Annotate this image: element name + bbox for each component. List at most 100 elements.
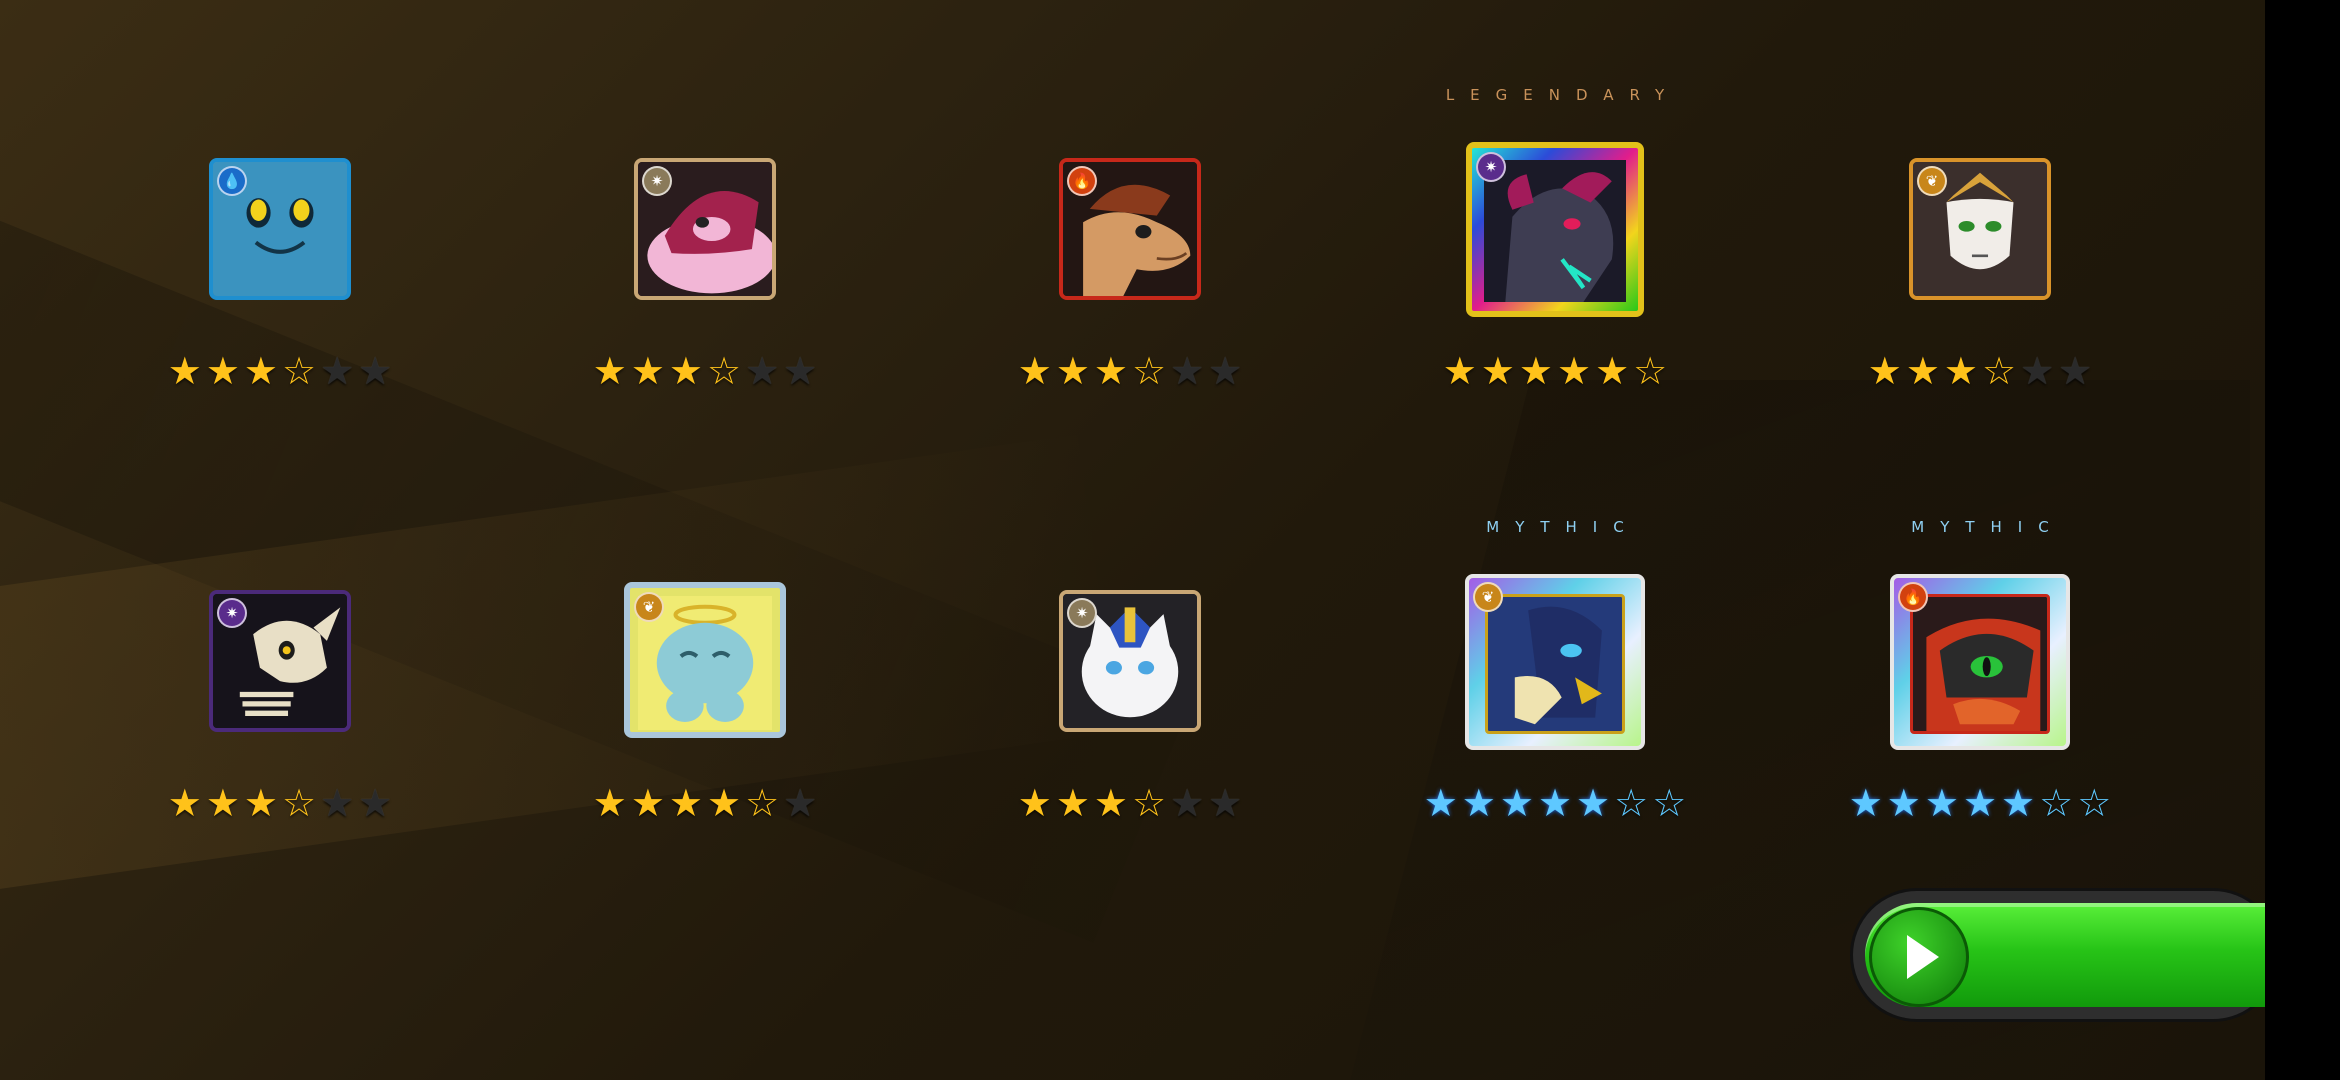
star-locked-icon: ★ [358,781,393,825]
star-icon: ★ [1017,781,1052,825]
blue-star-icon: ★ [1576,781,1611,825]
star-icon: ★ [668,781,703,825]
reward-slot-6: ✷ [130,512,430,812]
monster-card[interactable]: 🔥 [1890,574,2070,750]
blue-star-icon: ★ [1886,781,1921,825]
monster-card[interactable]: ❦ [624,582,786,738]
blue-star-icon: ★ [2001,781,2036,825]
blue-star-icon: ★ [1461,781,1496,825]
star-icon: ★ [1093,349,1128,393]
star-outline-icon: ☆ [1132,349,1167,393]
star-icon: ★ [205,781,240,825]
star-rating: ★ ★ ★ ☆ ★ ★ [980,784,1280,822]
star-icon: ★ [707,781,742,825]
star-icon: ★ [1055,781,1090,825]
reward-slot-7: ❦ [555,512,855,812]
star-icon: ★ [243,781,278,825]
reward-slot-3: 🔥 [980,80,1280,380]
star-icon: ★ [630,781,665,825]
star-rating: ★ ★ ★ ★ ☆ ★ [555,784,855,822]
star-locked-icon: ★ [2020,349,2055,393]
reward-slot-9: MYTHIC ❦ [1405,512,1705,812]
star-outline-icon: ☆ [282,349,317,393]
tier-label-mythic: MYTHIC [1911,518,2065,536]
blue-star-icon: ★ [1924,781,1959,825]
screen-edge-bar [2265,0,2340,1080]
star-icon: ★ [1055,349,1090,393]
blue-star-icon: ★ [1499,781,1534,825]
monster-card[interactable]: ✷ [1466,142,1644,317]
blue-star-icon: ★ [1537,781,1573,825]
star-icon: ★ [1905,349,1940,393]
dark-dragon-monster-portrait [1484,160,1626,302]
star-icon: ★ [167,349,202,393]
star-outline-icon: ☆ [745,781,780,825]
monster-card[interactable]: ✷ [634,158,776,300]
star-outline-icon: ☆ [1132,781,1167,825]
star-icon: ★ [243,349,278,393]
star-rating: ★ ★ ★ ★ ★ ☆ [1405,352,1705,390]
leaf-icon: ❦ [634,592,664,622]
monster-card[interactable]: ✷ [209,590,351,732]
star-locked-icon: ★ [358,349,393,393]
monster-card[interactable]: ❦ [1465,574,1645,750]
water-drop-icon: 💧 [217,166,247,196]
monster-card[interactable]: ❦ [1909,158,2051,300]
blue-star-icon: ★ [1848,781,1883,825]
blue-star-outline-icon: ☆ [2039,781,2074,825]
star-rating: ★ ★ ★ ★ ★ ☆ ☆ [1405,784,1705,822]
dark-gear-icon: ✷ [1476,152,1506,182]
star-locked-icon: ★ [1208,781,1243,825]
red-dragon-monster-portrait [1910,594,2050,734]
continue-button[interactable] [1850,888,2265,1022]
star-icon: ★ [1480,349,1515,393]
star-locked-icon: ★ [320,781,355,825]
monster-card[interactable]: 🔥 [1059,158,1201,300]
star-rating: ★ ★ ★ ☆ ★ ★ [130,352,430,390]
monster-card[interactable]: ✷ [1059,590,1201,732]
star-icon: ★ [592,781,627,825]
blue-star-outline-icon: ☆ [2077,781,2112,825]
star-rating: ★ ★ ★ ★ ★ ☆ ☆ [1830,784,2130,822]
flame-icon: 🔥 [1898,582,1928,612]
dark-gear-icon: ✷ [217,598,247,628]
tier-label-legendary: LEGENDARY [1445,86,1681,104]
star-locked-icon: ★ [745,349,780,393]
blue-star-outline-icon: ☆ [1614,781,1649,825]
star-rating: ★ ★ ★ ☆ ★ ★ [555,352,855,390]
star-locked-icon: ★ [1170,349,1205,393]
star-outline-icon: ☆ [707,349,742,393]
light-gear-icon: ✷ [642,166,672,196]
star-locked-icon: ★ [783,781,818,825]
reward-slot-4: LEGENDARY ✷ [1405,80,1705,380]
reward-slot-5: ❦ [1830,80,2130,380]
reward-screen: 💧 ✷ 🔥 LEGENDARY ✷ ❦ ✷ ❦ ✷ MYTHIC ❦ MYTHI… [0,0,2265,1080]
blue-knight-monster-portrait [1485,594,1625,734]
star-outline-icon: ☆ [1982,349,2017,393]
star-icon: ★ [1943,349,1978,393]
reward-slot-8: ✷ [980,512,1280,812]
star-icon: ★ [630,349,665,393]
star-locked-icon: ★ [2058,349,2093,393]
star-icon: ★ [1017,349,1052,393]
blue-star-outline-icon: ☆ [1652,781,1687,825]
star-icon: ★ [1093,781,1128,825]
leaf-icon: ❦ [1473,582,1503,612]
star-icon: ★ [668,349,703,393]
star-rating: ★ ★ ★ ☆ ★ ★ [130,784,430,822]
flame-icon: 🔥 [1067,166,1097,196]
star-icon: ★ [1442,349,1477,393]
star-rating: ★ ★ ★ ☆ ★ ★ [1830,352,2130,390]
star-icon: ★ [592,349,627,393]
star-outline-icon: ☆ [282,781,317,825]
monster-card[interactable]: 💧 [209,158,351,300]
leaf-icon: ❦ [1917,166,1947,196]
star-locked-icon: ★ [1208,349,1243,393]
reward-slot-2: ✷ [555,80,855,380]
light-gear-icon: ✷ [1067,598,1097,628]
star-icon: ★ [1595,349,1630,393]
star-locked-icon: ★ [1170,781,1205,825]
star-rating: ★ ★ ★ ☆ ★ ★ [980,352,1280,390]
star-locked-icon: ★ [783,349,818,393]
play-arrow-icon [1869,907,1969,1007]
